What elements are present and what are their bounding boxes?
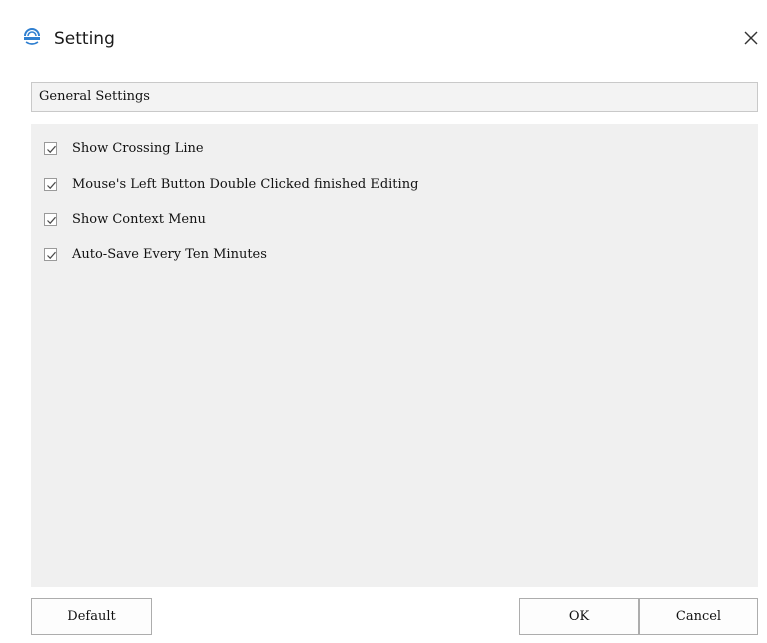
option-label: Show Crossing Line bbox=[72, 141, 204, 156]
checkmark-icon bbox=[47, 181, 56, 190]
option-label: Auto-Save Every Ten Minutes bbox=[72, 247, 267, 262]
default-button[interactable]: Default bbox=[31, 598, 152, 635]
section-title: General Settings bbox=[39, 89, 150, 104]
checkmark-icon bbox=[47, 251, 56, 260]
settings-dialog: Setting General Settings Show Crossing L… bbox=[0, 0, 767, 643]
option-label: Mouse's Left Button Double Clicked finis… bbox=[72, 177, 419, 192]
window-title: Setting bbox=[54, 29, 115, 49]
section-header-general-settings[interactable]: General Settings bbox=[31, 82, 758, 112]
option-label: Show Context Menu bbox=[72, 212, 206, 227]
title-bar: Setting bbox=[0, 0, 767, 70]
settings-panel: Show Crossing Line Mouse's Left Button D… bbox=[31, 124, 758, 587]
dialog-footer: Default OK Cancel bbox=[0, 587, 767, 643]
checkmark-icon bbox=[47, 216, 56, 225]
ok-button[interactable]: OK bbox=[519, 598, 639, 635]
close-button[interactable] bbox=[738, 22, 764, 52]
checkmark-icon bbox=[47, 145, 56, 154]
checkbox[interactable] bbox=[44, 213, 57, 226]
cancel-button[interactable]: Cancel bbox=[639, 598, 758, 635]
app-logo-icon bbox=[22, 27, 42, 47]
checkbox[interactable] bbox=[44, 178, 57, 191]
close-icon bbox=[744, 31, 758, 45]
checkbox[interactable] bbox=[44, 248, 57, 261]
checkbox[interactable] bbox=[44, 142, 57, 155]
